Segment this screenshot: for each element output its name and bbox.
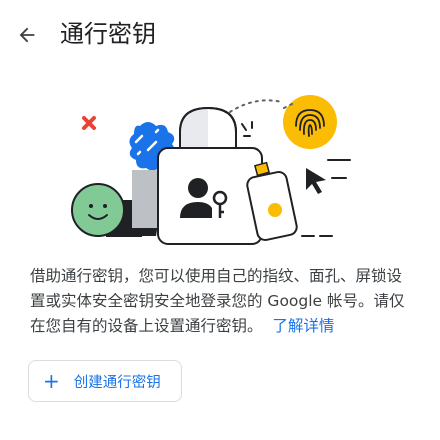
plus-icon: + (43, 369, 60, 393)
arrow-back-icon (19, 27, 35, 43)
close-x-icon (82, 116, 96, 130)
create-passkey-label: 创建通行密钥 (73, 374, 161, 391)
padlock-icon (179, 106, 237, 150)
back-button[interactable] (10, 18, 44, 52)
create-passkey-button[interactable]: + 创建通行密钥 (28, 360, 182, 402)
passkey-description: 借助通行密钥，您可以使用自己的指纹、面孔、屏锁设置或实体安全密钥安全地登录您的 … (30, 264, 414, 339)
page-title: 通行密钥 (60, 20, 156, 48)
app-header: 通行密钥 (0, 0, 440, 70)
fingerprint-icon (283, 95, 337, 149)
description-text: 借助通行密钥，您可以使用自己的指纹、面孔、屏锁设置或实体安全密钥安全地登录您的 … (30, 267, 405, 335)
passkey-illustration (71, 95, 351, 245)
cursor-icon (306, 168, 326, 194)
learn-more-link[interactable]: 了解详情 (272, 317, 334, 335)
smiley-face-icon (71, 183, 125, 237)
